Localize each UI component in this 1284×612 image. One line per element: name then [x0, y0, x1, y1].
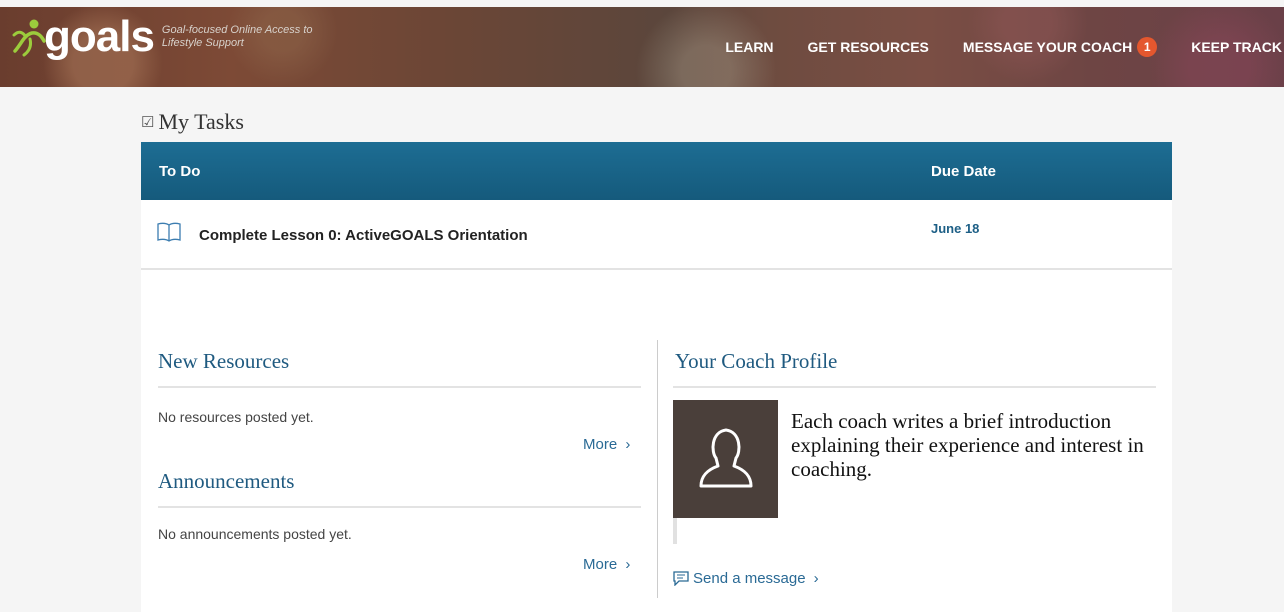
- logo-tagline: Goal-focused Online Access to Lifestyle …: [161, 24, 313, 49]
- unread-badge: 1: [1137, 37, 1158, 57]
- tasks-heading: ☑ My Tasks: [141, 109, 244, 135]
- send-message-link[interactable]: Send a message ›: [673, 570, 819, 587]
- nav-label: LEARN: [725, 39, 774, 55]
- announcements-more-link[interactable]: More ›: [583, 556, 630, 573]
- site-header: goals Goal-focused Online Access to Life…: [0, 7, 1284, 87]
- nav-keep-track[interactable]: KEEP TRACK: [1191, 39, 1282, 55]
- column-divider: [657, 340, 658, 598]
- nav-get-resources[interactable]: GET RESOURCES: [808, 39, 929, 55]
- coach-profile-heading: Your Coach Profile: [675, 349, 838, 373]
- tasks-table-header: To Do Due Date: [141, 142, 1172, 200]
- main-nav: LEARN GET RESOURCES MESSAGE YOUR COACH 1 …: [691, 7, 1284, 87]
- user-silhouette-icon: [699, 428, 753, 488]
- divider-line: [158, 506, 641, 508]
- logo-wordmark: goals: [44, 12, 155, 61]
- logo-figure-icon: [12, 19, 46, 57]
- task-name[interactable]: Complete Lesson 0: ActiveGOALS Orientati…: [199, 227, 528, 244]
- new-resources-heading: New Resources: [158, 349, 290, 373]
- announcements-empty-text: No announcements posted yet.: [158, 526, 352, 542]
- coach-avatar: [673, 400, 778, 518]
- book-icon: [157, 222, 181, 242]
- chevron-right-icon: ›: [813, 570, 819, 587]
- column-header-todo: To Do: [159, 162, 201, 180]
- chevron-right-icon: ›: [625, 556, 631, 573]
- chat-bubble-icon: [673, 571, 689, 586]
- more-label: More: [583, 556, 618, 573]
- divider-line: [158, 386, 641, 388]
- task-due-date: June 18: [931, 221, 980, 236]
- resources-empty-text: No resources posted yet.: [158, 409, 314, 425]
- send-message-label: Send a message: [693, 570, 806, 587]
- checkbox-icon: ☑: [141, 114, 155, 131]
- more-label: More: [583, 436, 618, 453]
- photo-shadow: [673, 518, 677, 544]
- nav-learn[interactable]: LEARN: [725, 39, 773, 55]
- column-header-due-date: Due Date: [931, 162, 997, 180]
- nav-label: MESSAGE YOUR COACH: [962, 39, 1133, 55]
- announcements-heading: Announcements: [158, 469, 295, 493]
- tasks-title-text: My Tasks: [158, 109, 244, 134]
- nav-label: KEEP TRACK: [1191, 39, 1282, 55]
- nav-label: GET RESOURCES: [807, 39, 929, 55]
- table-row[interactable]: Complete Lesson 0: ActiveGOALS Orientati…: [141, 200, 1172, 270]
- divider-line: [673, 386, 1156, 388]
- tasks-table: To Do Due Date Complete Lesson 0: Active…: [141, 142, 1172, 270]
- coach-bio: Each coach writes a brief introduction e…: [791, 409, 1144, 481]
- nav-message-your-coach[interactable]: MESSAGE YOUR COACH 1: [962, 37, 1158, 57]
- chevron-right-icon: ›: [625, 436, 631, 453]
- resources-more-link[interactable]: More ›: [583, 436, 630, 453]
- site-logo[interactable]: goals Goal-focused Online Access to Life…: [12, 12, 332, 61]
